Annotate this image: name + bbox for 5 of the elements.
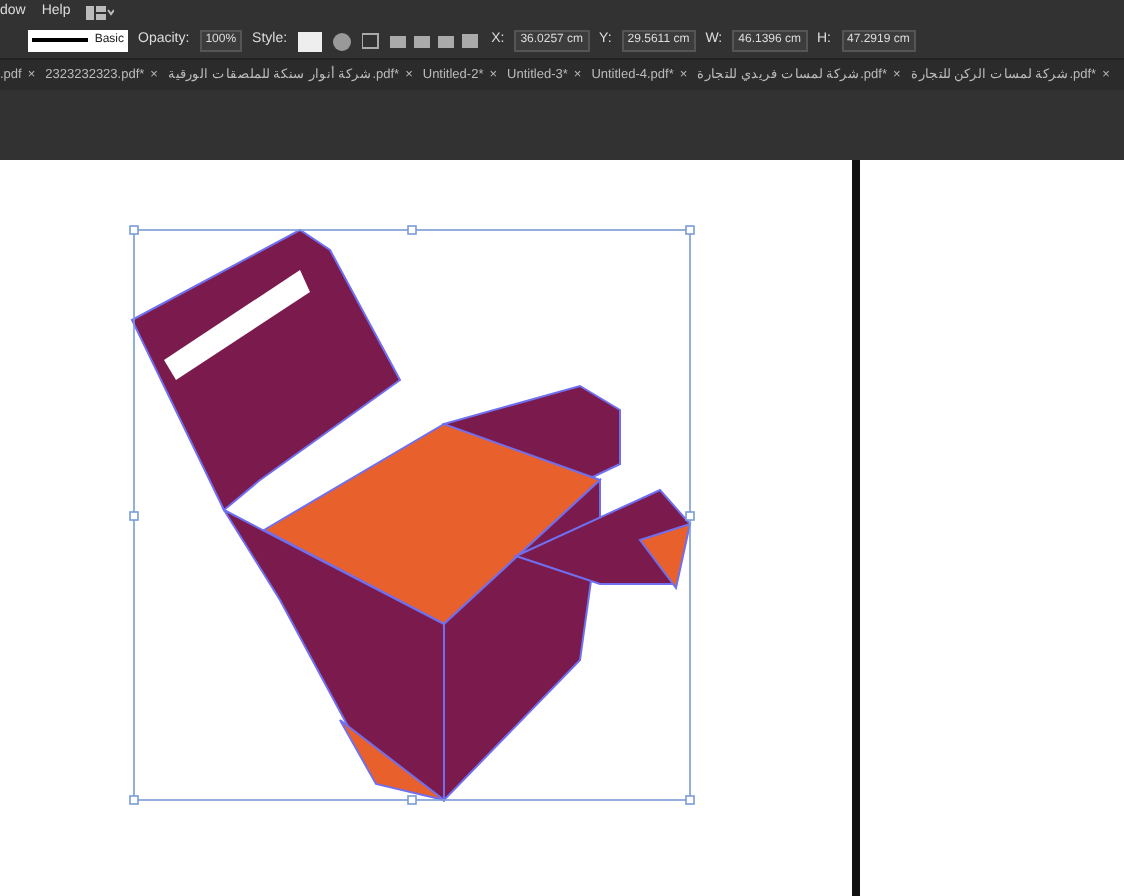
style-swatch[interactable] xyxy=(297,31,322,51)
stroke-line-icon xyxy=(32,38,89,44)
workspace-icon[interactable] xyxy=(86,5,115,19)
align-icon[interactable] xyxy=(361,32,482,50)
globe-icon[interactable] xyxy=(331,31,352,51)
